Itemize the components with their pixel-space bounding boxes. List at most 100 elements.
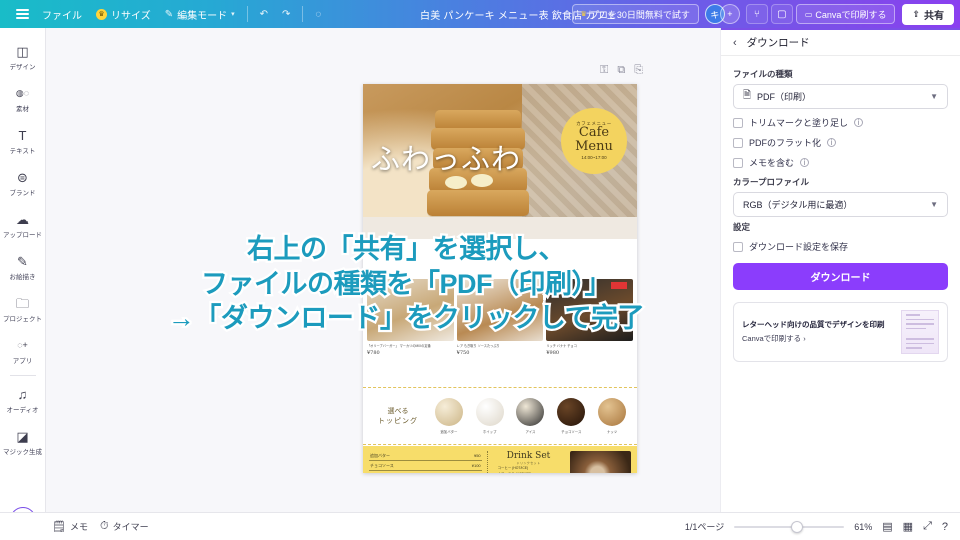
topping-item[interactable]: ナッツ — [594, 398, 630, 434]
menu-item-name: リッチ バナナ チョコ — [546, 344, 577, 348]
edit-mode-button[interactable]: ✎ 編集モード ▾ — [158, 4, 242, 24]
page-tools: ⚿ ⧉ ⎘ — [600, 64, 643, 77]
sidebar-item-text[interactable]: T テキスト — [1, 120, 45, 162]
sidebar-item-draw[interactable]: ✎ お絵描き — [1, 246, 45, 288]
left-sidebar: ◫ デザイン ◍◌ 素材 T テキスト ⊜ ブランド ☁ アップロード ✎ お絵… — [0, 28, 46, 540]
add-page-icon[interactable]: ⎘ — [634, 64, 643, 77]
color-profile-value: RGB（デジタル用に最適） — [743, 200, 853, 210]
duplicate-page-icon[interactable]: ⧉ — [617, 64, 625, 77]
topping-price-list: 追加バター ¥50 チョコソース ¥100 ホイップ ¥100 アイス ¥150 — [369, 451, 482, 473]
info-icon[interactable]: i — [827, 138, 837, 147]
fullscreen-icon[interactable]: ⤢ — [923, 520, 932, 533]
undo-button[interactable]: ↶ — [253, 4, 275, 24]
menu-item-price: ¥750 — [456, 349, 470, 356]
menu-item[interactable]: レア もぎ取り ソースたっぷり ¥750 — [456, 279, 544, 384]
checkbox-include-notes[interactable]: メモを含む i — [733, 156, 948, 169]
sidebar-item-magic-studio[interactable]: ◪ マジック生成 — [1, 421, 45, 463]
download-panel: ‹ ダウンロード ファイルの種類 🗎 PDF（印刷） ▼ トリムマークと塗り足し… — [720, 28, 960, 540]
drink-set-title: Drink Set — [506, 451, 551, 461]
checkbox-flatten-pdf[interactable]: PDFのフラット化 i — [733, 136, 948, 149]
cloud-save-status[interactable]: ◌ — [308, 4, 328, 24]
add-collaborator-button[interactable]: + — [719, 4, 740, 24]
color-profile-label: カラープロファイル — [733, 177, 809, 187]
sidebar-item-uploads[interactable]: ☁ アップロード — [1, 204, 45, 246]
promo-title: レターヘッド向けの品質でデザインを印刷 — [742, 319, 885, 329]
menu-item[interactable]: 「オリーブバーガー」 マーカリのMIXの定番 ¥780 — [367, 279, 454, 384]
info-icon[interactable]: i — [854, 118, 864, 127]
sidebar-item-brand[interactable]: ⊜ ブランド — [1, 162, 45, 204]
checkbox-box[interactable] — [733, 241, 743, 252]
download-button[interactable]: ダウンロード — [733, 263, 948, 290]
topping-item[interactable]: チョコソース — [553, 398, 589, 434]
topping-name: チョコソース — [561, 430, 582, 434]
sidebar-item-label: マジック生成 — [3, 448, 42, 456]
analytics-icon[interactable]: ⑂ — [745, 4, 768, 24]
color-profile-select[interactable]: RGB（デジタル用に最適） ▼ — [733, 192, 948, 217]
file-type-label: ファイルの種類 — [733, 69, 793, 79]
price-value: ¥50 — [473, 452, 481, 458]
checkbox-label: PDFのフラット化 — [749, 138, 822, 148]
lock-icon[interactable]: ⚿ — [600, 64, 608, 77]
collaborator-avatars[interactable]: キ + — [704, 4, 740, 24]
redo-icon: ↷ — [282, 8, 291, 20]
price-value: ¥100 — [472, 473, 481, 474]
share-label: 共有 — [924, 10, 944, 22]
hero-image[interactable]: ふわっふわ カフェメニュー Cafe Menu 14:00~17:00 — [363, 84, 637, 239]
pro-trial-button[interactable]: ♛ プロを30日間無料で試す — [571, 4, 699, 24]
resize-button[interactable]: ♛ リサイズ — [89, 4, 158, 24]
promo-link-label: Canvaで印刷する — [742, 334, 802, 344]
bottom-toolbar-right: 1/1ページ 61% ▤ ▦ ⤢ ? — [685, 520, 960, 533]
checkbox-box[interactable] — [733, 137, 743, 148]
chevron-down-icon: ▼ — [930, 92, 938, 101]
chevron-right-icon: › — [803, 334, 806, 344]
checkbox-save-settings[interactable]: ダウンロード設定を保存 — [733, 240, 948, 253]
notes-button[interactable]: 🗒 メモ — [46, 517, 94, 537]
topping-item[interactable]: ホイップ — [472, 398, 508, 434]
sidebar-item-apps[interactable]: ◌+ アプリ — [1, 330, 45, 372]
sidebar-item-label: アプリ — [12, 357, 33, 365]
timer-button[interactable]: ⏱ タイマー — [94, 517, 155, 537]
canvas-area[interactable]: ⚿ ⧉ ⎘ ふわっふわ カフェメニュー Cafe Menu 14:00~17:0 — [46, 28, 720, 520]
file-menu-button[interactable]: ファイル — [35, 4, 89, 24]
zoom-level[interactable]: 61% — [854, 522, 872, 532]
sidebar-item-elements[interactable]: ◍◌ 素材 — [1, 78, 45, 120]
topping-section[interactable]: 選べる トッピング 追加バター ホイップ アイス チョコソース ナッツ — [363, 387, 637, 445]
sidebar-item-label: ブランド — [9, 189, 36, 197]
page-view-icon[interactable]: ▤ — [882, 520, 892, 533]
price-section[interactable]: 追加バター ¥50 チョコソース ¥100 ホイップ ¥100 アイス ¥150 — [363, 446, 637, 473]
print-promo-card[interactable]: レターヘッド向けの品質でデザインを印刷 Canvaで印刷する › — [733, 302, 948, 362]
share-button[interactable]: ⇪ 共有 — [902, 3, 954, 25]
sidebar-item-projects[interactable]: 🗀 プロジェクト — [1, 288, 45, 330]
sidebar-item-label: アップロード — [3, 231, 42, 239]
panel-header: ‹ ダウンロード — [721, 30, 960, 56]
file-type-select[interactable]: 🗎 PDF（印刷） ▼ — [733, 84, 948, 109]
grid-view-icon[interactable]: ▦ — [903, 520, 913, 533]
comment-icon[interactable]: ▢ — [770, 4, 793, 24]
checkbox-label: トリムマークと塗り足し — [749, 118, 849, 128]
projects-icon: 🗀 — [15, 295, 29, 311]
hamburger-icon[interactable] — [10, 4, 35, 24]
topping-name: 追加バター — [440, 430, 458, 434]
redo-button[interactable]: ↷ — [275, 4, 297, 24]
menu-item[interactable]: リッチ バナナ チョコ ¥980 — [546, 279, 634, 384]
topping-heading-block: 選べる トッピング — [370, 406, 426, 426]
checkbox-trim-marks[interactable]: トリムマークと塗り足し i — [733, 116, 948, 129]
checkbox-box[interactable] — [733, 157, 743, 168]
checkbox-box[interactable] — [733, 117, 743, 128]
sidebar-item-audio[interactable]: ♫ オーディオ — [1, 379, 45, 421]
hero-title: ふわっふわ — [371, 142, 522, 176]
zoom-knob[interactable] — [791, 520, 804, 533]
topping-item[interactable]: 追加バター — [431, 398, 467, 434]
info-icon[interactable]: i — [800, 158, 810, 167]
timer-label: タイマー — [112, 522, 149, 532]
sidebar-item-design[interactable]: ◫ デザイン — [1, 36, 45, 78]
zoom-slider[interactable] — [734, 520, 845, 533]
help-icon[interactable]: ? — [942, 521, 948, 533]
design-page[interactable]: ふわっふわ カフェメニュー Cafe Menu 14:00~17:00 メイプル… — [363, 84, 637, 473]
promo-link[interactable]: Canvaで印刷する › — [742, 333, 894, 344]
topping-item[interactable]: アイス — [513, 398, 549, 434]
notes-icon: 🗒 — [52, 521, 66, 533]
cloud-saved-icon: ◌ — [315, 8, 322, 20]
back-chevron-icon[interactable]: ‹ — [733, 37, 737, 49]
print-with-canva-button[interactable]: ▭ Canvaで印刷する — [795, 4, 896, 24]
